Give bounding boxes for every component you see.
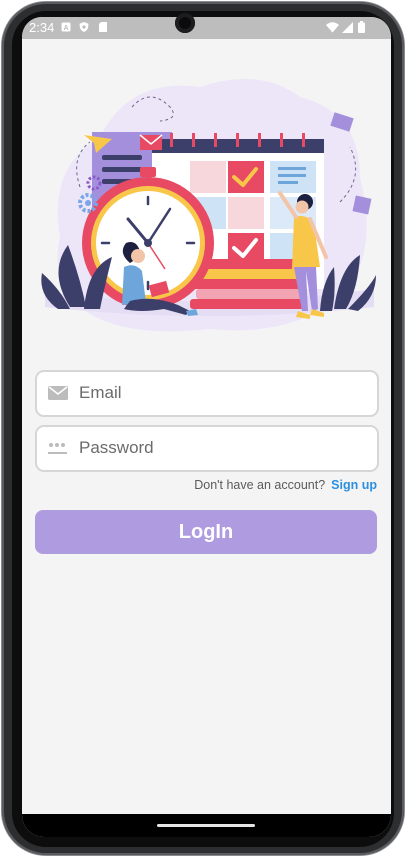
password-field[interactable]: Password <box>35 425 379 472</box>
status-time: 2:34 <box>29 20 55 35</box>
square-deco <box>352 195 372 215</box>
envelope-icon <box>139 134 163 150</box>
sd-card-icon <box>99 22 107 32</box>
app-screen: 2:34 A Email Password Don't have an acco… <box>22 17 391 837</box>
email-placeholder: Email <box>79 383 122 402</box>
password-dots-icon <box>48 443 67 454</box>
front-camera <box>175 13 195 33</box>
wifi-icon <box>326 22 339 33</box>
signup-link[interactable]: Sign up <box>331 478 377 492</box>
signup-prompt: Don't have an account? <box>194 478 326 492</box>
hero-illustration <box>41 79 376 332</box>
password-placeholder: Password <box>79 438 154 457</box>
status-bar: 2:34 A <box>22 17 391 39</box>
email-icon <box>48 386 68 400</box>
battery-icon <box>358 21 365 33</box>
signup-row: Don't have an account? Sign up <box>22 478 377 492</box>
signal-icon <box>342 22 353 33</box>
login-button[interactable]: LogIn <box>35 510 377 554</box>
notification-a-icon: A <box>61 22 71 32</box>
shield-icon <box>79 22 89 32</box>
svg-text:A: A <box>63 25 68 32</box>
navigation-bar <box>22 814 391 837</box>
email-field[interactable]: Email <box>35 370 379 417</box>
home-gesture-handle[interactable] <box>157 824 255 827</box>
